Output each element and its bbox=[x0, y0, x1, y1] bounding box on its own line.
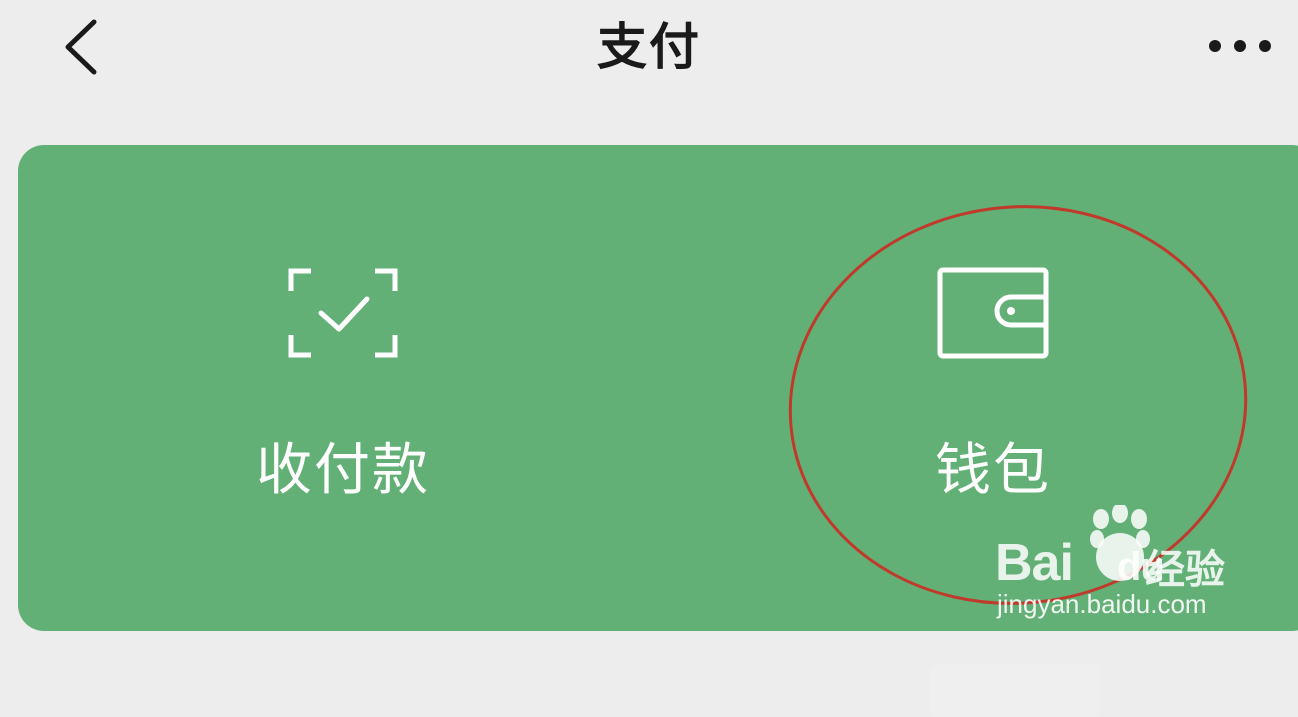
more-button[interactable] bbox=[1200, 24, 1280, 68]
scan-check-icon bbox=[288, 268, 398, 358]
more-dots-icon bbox=[1209, 40, 1271, 52]
blurred-info bbox=[930, 665, 1100, 717]
page-title: 支付 bbox=[597, 18, 701, 76]
wallet-button[interactable]: 钱包 bbox=[863, 255, 1123, 515]
collect-pay-label: 收付款 bbox=[256, 438, 430, 503]
collect-pay-button[interactable]: 收付款 bbox=[213, 255, 473, 515]
wallet-label: 钱包 bbox=[935, 438, 1051, 503]
pay-card: 收付款 钱包 bbox=[18, 145, 1298, 717]
wallet-icon bbox=[937, 267, 1049, 359]
nav-bar: 支付 bbox=[0, 0, 1298, 140]
